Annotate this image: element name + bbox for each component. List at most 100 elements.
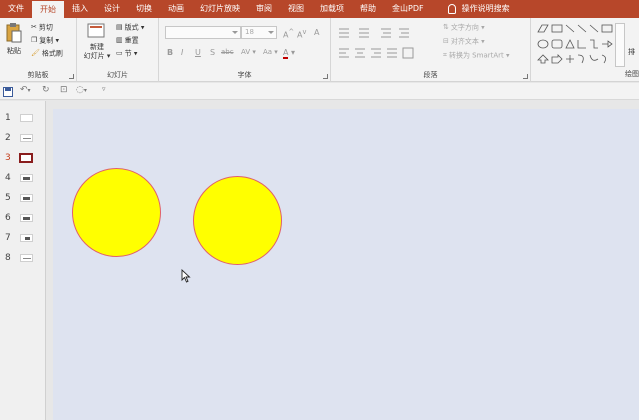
shapes-gallery-scroll[interactable] [615,23,625,67]
section-button[interactable]: ▭ 节 ▾ [116,49,137,59]
align-text-button[interactable]: ⊟ 对齐文本 ▾ [443,37,485,47]
section-icon: ▭ [116,49,123,57]
paste-button[interactable]: 粘贴 [3,22,25,56]
copy-button[interactable]: ❐ 复制 ▾ [31,36,59,46]
font-size-combo[interactable]: 18 [241,26,277,39]
section-label: 节 [124,49,132,58]
copy-icon: ❐ [31,36,38,44]
slide-preview [20,214,33,222]
yellow-circle-shape[interactable] [193,176,282,265]
reset-button[interactable]: ▥ 重置 [116,36,139,46]
slide-canvas[interactable] [53,109,639,420]
slide-thumbnail[interactable]: 7 [0,231,46,245]
slide-thumbnail[interactable]: 2 [0,131,46,145]
new-slide-button[interactable]: 新建 幻灯片 ▾ [82,22,112,61]
paragraph-group: ⇅ 文字方向 ▾ ⊟ 对齐文本 ▾ ⌗ 转换为 SmartArt ▾ 段落 [331,18,531,82]
slide-number: 8 [5,253,11,263]
reset-icon: ▥ [116,36,123,44]
slide-thumbnail[interactable]: 5 [0,191,46,205]
brush-icon: 🖌 [31,49,40,57]
clipboard-launcher-icon[interactable] [69,74,74,79]
slide-number: 7 [5,233,11,243]
slide-preview [20,194,33,202]
text-direction-label: 文字方向 [450,23,479,32]
arrange-label: 排 [628,48,635,56]
slide-preview [20,174,33,182]
tab-animations[interactable]: 动画 [160,0,192,18]
slide-thumbnail[interactable]: 6 [0,211,46,225]
shrink-font-button[interactable]: Av [297,28,306,40]
paste-icon [6,23,22,43]
clear-formatting-button[interactable]: A [314,28,319,37]
tab-review[interactable]: 审阅 [248,0,280,18]
font-color-button[interactable]: A ▾ [283,48,295,59]
slide-number: 5 [5,193,11,203]
list-indent-icons [339,28,409,38]
shapes-gallery[interactable] [536,23,615,67]
tab-view[interactable]: 视图 [280,0,312,18]
slide-thumbnail[interactable]: 1 [0,111,46,125]
tab-kingsoft-pdf[interactable]: 金山PDF [384,0,432,18]
clipboard-group: 粘贴 ✂ 剪切 ❐ 复制 ▾ 🖌 格式刷 剪贴板 [0,18,77,82]
tab-insert[interactable]: 插入 [64,0,96,18]
underline-button[interactable]: U [195,48,201,57]
paragraph-launcher-icon[interactable] [523,74,528,79]
strikethrough-button[interactable]: abc [221,48,234,56]
tell-me-label: 操作说明搜索 [461,4,510,13]
slide-number: 6 [5,213,11,223]
yellow-circle-shape[interactable] [72,168,161,257]
tab-home[interactable]: 开始 [32,1,64,18]
text-direction-button[interactable]: ⇅ 文字方向 ▾ [443,23,485,33]
text-direction-icon: ⇅ [443,23,449,31]
slide-preview [20,234,33,242]
paste-label: 粘贴 [7,47,21,55]
slides-group-label: 幻灯片 [107,71,128,79]
align-text-icon: ⊟ [443,37,449,45]
start-from-beginning-icon[interactable]: ⊡ [60,85,68,95]
ribbon-tab-bar: 文件 开始 插入 设计 切换 动画 幻灯片放映 审阅 视图 加载项 帮助 金山P… [0,0,639,18]
format-painter-button[interactable]: 🖌 格式刷 [31,49,63,59]
italic-button[interactable]: I [181,48,183,57]
layout-button[interactable]: ▤ 版式 ▾ [116,23,144,33]
layout-label: 版式 [124,23,139,32]
alignment-icons [339,47,414,59]
paragraph-group-label: 段落 [423,71,438,79]
font-launcher-icon[interactable] [323,74,328,79]
customize-qat-icon[interactable]: ▿ [102,85,106,93]
shapes-gallery-icons [537,24,613,64]
character-spacing-button[interactable]: AV ▾ [241,48,256,56]
align-text-label: 对齐文本 [450,37,479,46]
touch-mode-icon[interactable]: ◌▾ [76,85,87,95]
slide-thumbnail[interactable]: 4 [0,171,46,185]
convert-smartart-button[interactable]: ⌗ 转换为 SmartArt ▾ [443,51,510,61]
slide-preview [20,254,33,262]
tab-help[interactable]: 帮助 [352,0,384,18]
bold-button[interactable]: B [167,48,173,57]
tab-addins[interactable]: 加载项 [312,0,352,18]
undo-icon[interactable]: ↶▾ [20,85,31,95]
new-slide-icon [87,23,105,38]
redo-icon[interactable]: ↻ [42,85,50,95]
tab-design[interactable]: 设计 [96,0,128,18]
cut-button[interactable]: ✂ 剪切 [31,23,53,33]
save-icon[interactable] [3,87,13,97]
shadow-button[interactable]: S [210,48,215,57]
font-group: 18 A^ Av A B I U S abc AV ▾ Aa ▾ A ▾ 字体 [159,18,331,82]
tab-file[interactable]: 文件 [0,0,32,18]
tab-slideshow[interactable]: 幻灯片放映 [192,0,248,18]
slide-thumbnail[interactable]: 8 [0,251,46,265]
grow-font-button[interactable]: A^ [283,28,294,40]
change-case-button[interactable]: Aa ▾ [263,48,278,56]
slide-preview [20,134,33,142]
arrange-button[interactable]: 排 [628,48,635,57]
copy-label: 复制 [39,36,54,45]
tab-transitions[interactable]: 切换 [128,0,160,18]
slides-group: 新建 幻灯片 ▾ ▤ 版式 ▾ ▥ 重置 ▭ 节 ▾ 幻灯片 [77,18,159,82]
slide-thumbnail[interactable]: 3 [0,151,46,165]
slide-number: 4 [5,173,11,183]
tell-me-search[interactable]: 操作说明搜索 [432,0,518,18]
scissors-icon: ✂ [31,23,37,31]
slide-preview [20,114,33,122]
slide-number: 2 [5,133,11,143]
font-name-combo[interactable] [165,26,241,39]
